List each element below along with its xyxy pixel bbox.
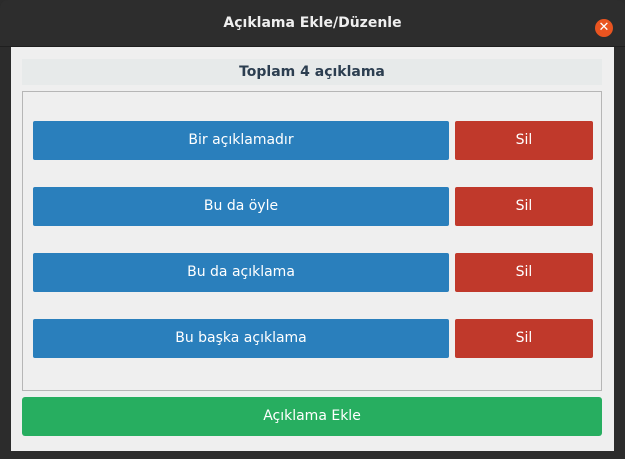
close-button[interactable]: ✕ xyxy=(595,19,613,37)
description-row: Bir açıklamadır Sil xyxy=(33,121,593,160)
description-row: Bu da öyle Sil xyxy=(33,187,593,226)
delete-button[interactable]: Sil xyxy=(455,121,593,160)
delete-button[interactable]: Sil xyxy=(455,187,593,226)
description-button[interactable]: Bir açıklamadır xyxy=(33,121,449,160)
description-row: Bu başka açıklama Sil xyxy=(33,319,593,358)
dialog-window: Açıklama Ekle/Düzenle ✕ Toplam 4 açıklam… xyxy=(0,0,625,459)
title-bar[interactable]: Açıklama Ekle/Düzenle ✕ xyxy=(0,0,625,47)
description-button[interactable]: Bu da açıklama xyxy=(33,253,449,292)
close-icon: ✕ xyxy=(598,20,610,35)
dialog-content: Toplam 4 açıklama Bir açıklamadır Sil Bu… xyxy=(11,47,614,451)
description-row: Bu da açıklama Sil xyxy=(33,253,593,292)
delete-button[interactable]: Sil xyxy=(455,319,593,358)
description-button[interactable]: Bu da öyle xyxy=(33,187,449,226)
description-button[interactable]: Bu başka açıklama xyxy=(33,319,449,358)
add-description-button[interactable]: Açıklama Ekle xyxy=(22,397,602,436)
window-title: Açıklama Ekle/Düzenle xyxy=(223,15,402,31)
description-count-label: Toplam 4 açıklama xyxy=(22,59,602,85)
description-list: Bir açıklamadır Sil Bu da öyle Sil Bu da… xyxy=(22,91,602,391)
delete-button[interactable]: Sil xyxy=(455,253,593,292)
